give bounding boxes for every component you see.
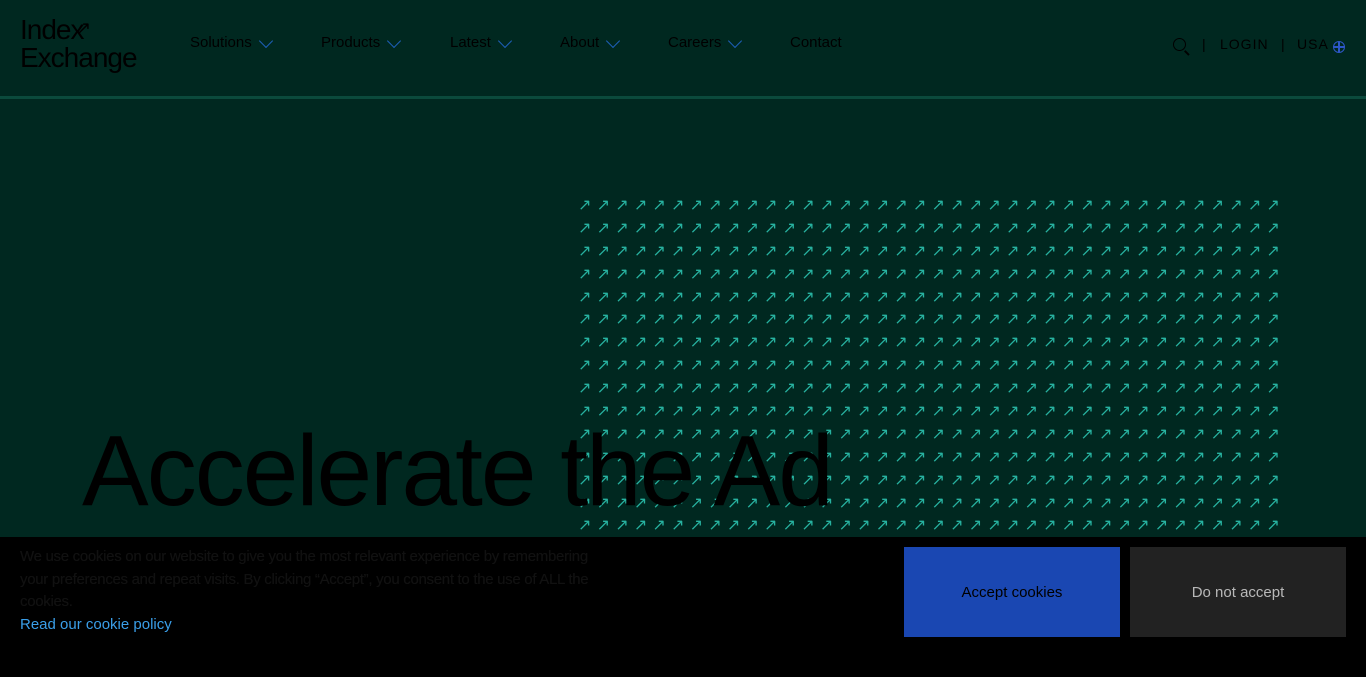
chevron-down-icon [728, 33, 743, 49]
nav-item-label: About [560, 34, 600, 51]
site-header: Index Exchange ↗ Solutions Products Late… [0, 0, 1366, 99]
logo-line-2: Exchange [20, 42, 138, 73]
nav-item-label: Contact [790, 34, 842, 51]
nav-item-about[interactable]: About [560, 33, 621, 51]
nav-item-solutions[interactable]: Solutions [190, 33, 273, 51]
arrow-pattern-row: ↗↗↗↗↗↗↗↗↗↗↗↗↗↗↗↗↗↗↗↗↗↗↗↗↗↗↗↗↗↗↗↗↗↗↗↗↗↗ [578, 332, 1286, 352]
arrow-pattern-row: ↗↗↗↗↗↗↗↗↗↗↗↗↗↗↗↗↗↗↗↗↗↗↗↗↗↗↗↗↗↗↗↗↗↗↗↗↗↗ [578, 309, 1286, 329]
header-separator: | [1202, 36, 1206, 52]
arrow-pattern-row: ↗↗↗↗↗↗↗↗↗↗↗↗↗↗↗↗↗↗↗↗↗↗↗↗↗↗↗↗↗↗↗↗↗↗↗↗↗↗ [578, 378, 1286, 398]
cookie-text-line: your preferences and repeat visits. By c… [20, 570, 589, 588]
cookie-message: We use cookies on our website to give yo… [20, 546, 660, 614]
arrow-pattern-row: ↗↗↗↗↗↗↗↗↗↗↗↗↗↗↗↗↗↗↗↗↗↗↗↗↗↗↗↗↗↗↗↗↗↗↗↗↗↗ [578, 195, 1286, 214]
arrow-pattern-row: ↗↗↗↗↗↗↗↗↗↗↗↗↗↗↗↗↗↗↗↗↗↗↗↗↗↗↗↗↗↗↗↗↗↗↗↗↗↗ [578, 355, 1286, 375]
decline-cookies-button[interactable]: Do not accept [1130, 547, 1346, 637]
header-separator: | [1281, 36, 1285, 52]
cookie-text-line: We use cookies on our website to give yo… [20, 548, 588, 565]
cookie-banner: We use cookies on our website to give yo… [0, 537, 1366, 677]
nav-item-label: Products [321, 34, 381, 51]
chevron-down-icon [606, 33, 621, 49]
chevron-down-icon [258, 33, 273, 49]
chevron-down-icon [497, 33, 512, 49]
nav-item-contact[interactable]: Contact [790, 34, 842, 51]
cookie-policy-link[interactable]: Read our cookie policy [20, 616, 172, 633]
accept-cookies-button[interactable]: Accept cookies [904, 547, 1120, 637]
login-link[interactable]: LOGIN [1220, 36, 1269, 52]
search-icon[interactable] [1173, 38, 1186, 51]
nav-item-label: Latest [450, 34, 491, 51]
nav-item-careers[interactable]: Careers [668, 33, 743, 51]
chevron-down-icon [387, 33, 402, 49]
nav-item-products[interactable]: Products [321, 33, 402, 51]
arrow-pattern-row: ↗↗↗↗↗↗↗↗↗↗↗↗↗↗↗↗↗↗↗↗↗↗↗↗↗↗↗↗↗↗↗↗↗↗↗↗↗↗ [578, 286, 1286, 306]
nav-item-label: Careers [668, 34, 722, 51]
index-exchange-logo[interactable]: Index Exchange ↗ [20, 16, 138, 73]
nav-item-latest[interactable]: Latest [450, 33, 512, 51]
arrow-pattern-row: ↗↗↗↗↗↗↗↗↗↗↗↗↗↗↗↗↗↗↗↗↗↗↗↗↗↗↗↗↗↗↗↗↗↗↗↗↗↗ [578, 240, 1286, 260]
arrow-pattern-row: ↗↗↗↗↗↗↗↗↗↗↗↗↗↗↗↗↗↗↗↗↗↗↗↗↗↗↗↗↗↗↗↗↗↗↗↗↗↗ [578, 263, 1286, 283]
cookie-text-line: cookies. [20, 593, 73, 610]
arrow-pattern-row: ↗↗↗↗↗↗↗↗↗↗↗↗↗↗↗↗↗↗↗↗↗↗↗↗↗↗↗↗↗↗↗↗↗↗↗↗↗↗ [578, 217, 1286, 237]
logo-arrow-icon: ↗ [76, 18, 91, 38]
nav-item-label: Solutions [190, 34, 252, 51]
hero-title: Accelerate the Ad [82, 415, 834, 527]
region-selector[interactable]: USA [1297, 36, 1329, 52]
globe-icon[interactable] [1333, 41, 1345, 53]
